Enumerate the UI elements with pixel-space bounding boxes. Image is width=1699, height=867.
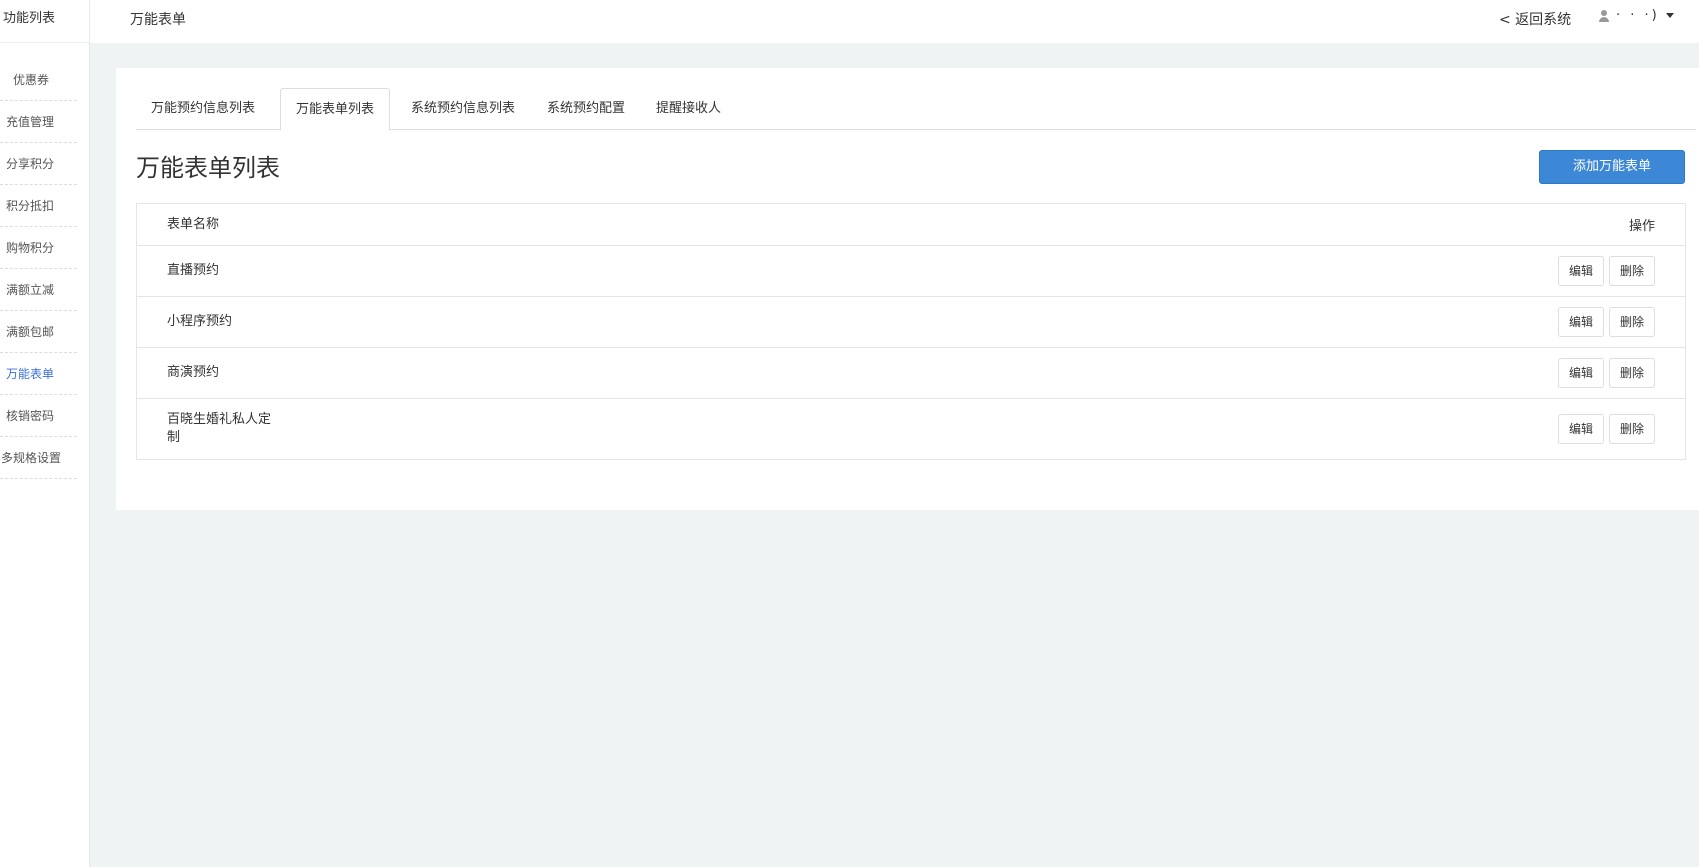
form-name: 直播预约 xyxy=(167,263,220,278)
sidebar-item-verify-password[interactable]: 核销密码 xyxy=(0,395,77,437)
edit-button[interactable]: 编辑 xyxy=(1557,358,1604,388)
delete-button[interactable]: 删除 xyxy=(1608,307,1655,337)
edit-button[interactable]: 编辑 xyxy=(1557,256,1604,286)
tab-system-booking-config[interactable]: 系统预约配置 xyxy=(532,88,640,130)
sidebar-list: 优惠券 充值管理 分享积分 积分抵扣 购物积分 满额立减 满额包邮 万能表单 核… xyxy=(0,59,89,479)
edit-button[interactable]: 编辑 xyxy=(1557,307,1604,337)
table-row: 商演预约 编辑 删除 xyxy=(137,347,1685,398)
caret-down-icon xyxy=(1665,13,1674,18)
tab-bar: 万能预约信息列表 万能表单列表 系统预约信息列表 系统预约配置 提醒接收人 xyxy=(136,88,1696,131)
sidebar-title: 功能列表 xyxy=(0,0,89,43)
delete-button[interactable]: 删除 xyxy=(1608,414,1655,444)
list-title: 万能表单列表 xyxy=(136,154,280,182)
row-actions: 编辑 删除 xyxy=(1557,414,1655,444)
delete-button[interactable]: 删除 xyxy=(1608,358,1655,388)
sidebar-item-share-points[interactable]: 分享积分 xyxy=(0,143,77,185)
row-actions: 编辑 删除 xyxy=(1557,358,1655,388)
table-header: 表单名称 操作 xyxy=(137,204,1685,245)
sidebar-item-recharge[interactable]: 充值管理 xyxy=(0,101,77,143)
row-actions: 编辑 删除 xyxy=(1557,307,1655,337)
table-row: 小程序预约 编辑 删除 xyxy=(137,296,1685,347)
tab-universal-form-list[interactable]: 万能表单列表 xyxy=(280,88,391,131)
user-name: · · ·) xyxy=(1616,8,1660,23)
person-icon xyxy=(1598,9,1610,22)
form-name: 百晓生婚礼私人定制 xyxy=(167,412,272,445)
sidebar: 功能列表 优惠券 充值管理 分享积分 积分抵扣 购物积分 满额立减 满额包邮 万… xyxy=(0,0,90,867)
row-actions: 编辑 删除 xyxy=(1557,256,1655,286)
top-bar: 万能表单 < 返回系统 · · ·) xyxy=(90,0,1699,43)
tab-universal-booking-info[interactable]: 万能预约信息列表 xyxy=(136,88,270,130)
edit-button[interactable]: 编辑 xyxy=(1557,414,1604,444)
sidebar-item-shopping-points[interactable]: 购物积分 xyxy=(0,227,77,269)
sidebar-item-universal-form[interactable]: 万能表单 xyxy=(0,353,77,395)
form-name: 小程序预约 xyxy=(167,314,233,329)
table-row: 直播预约 编辑 删除 xyxy=(137,245,1685,296)
sidebar-item-points-deduction[interactable]: 积分抵扣 xyxy=(0,185,77,227)
form-table: 表单名称 操作 直播预约 编辑 删除 小程序预约 编辑 删除 商演预约 编辑 删… xyxy=(136,203,1686,460)
table-row: 百晓生婚礼私人定制 编辑 删除 xyxy=(137,398,1685,459)
sidebar-item-coupon[interactable]: 优惠券 xyxy=(0,59,77,101)
page-heading: 万能表单 xyxy=(130,12,186,28)
sidebar-item-free-shipping[interactable]: 满额包邮 xyxy=(0,311,77,353)
sidebar-item-multi-spec[interactable]: 多规格设置 xyxy=(0,437,77,479)
tab-system-booking-info[interactable]: 系统预约信息列表 xyxy=(396,88,530,130)
form-name: 商演预约 xyxy=(167,365,220,380)
add-universal-form-button[interactable]: 添加万能表单 xyxy=(1539,150,1685,184)
column-header-actions: 操作 xyxy=(1628,219,1655,234)
sidebar-item-full-discount[interactable]: 满额立减 xyxy=(0,269,77,311)
tab-reminder-recipients[interactable]: 提醒接收人 xyxy=(641,88,736,130)
delete-button[interactable]: 删除 xyxy=(1608,256,1655,286)
back-to-system-link[interactable]: < 返回系统 xyxy=(1499,9,1571,29)
content-panel: 万能预约信息列表 万能表单列表 系统预约信息列表 系统预约配置 提醒接收人 万能… xyxy=(116,68,1699,510)
user-menu[interactable]: · · ·) xyxy=(1598,8,1674,23)
column-header-name: 表单名称 xyxy=(167,216,220,232)
